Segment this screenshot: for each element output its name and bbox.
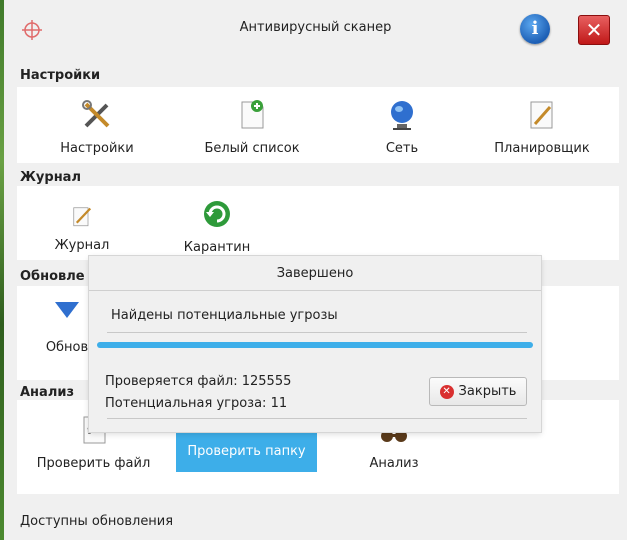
dialog-divider	[107, 332, 527, 333]
whitelist-item[interactable]: Белый список	[192, 99, 312, 156]
update-label: Обнов	[45, 340, 89, 355]
journal-label: Журнал	[54, 238, 110, 253]
section-header-settings: Настройки	[20, 68, 101, 83]
settings-label: Настройки	[60, 141, 134, 156]
network-label: Сеть	[385, 141, 419, 156]
close-icon: ✕	[439, 384, 454, 399]
section-header-journal: Журнал	[20, 170, 81, 185]
title-bar: Антивирусный сканер i ✕	[4, 0, 627, 58]
section-header-updates: Обновле	[20, 269, 85, 284]
scheduler-label: Планировщик	[494, 141, 590, 156]
scan-progress-fill	[97, 342, 533, 348]
section-header-analysis: Анализ	[20, 385, 74, 400]
dialog-close-label: Закрыть	[458, 384, 517, 399]
update-item[interactable]: Обнов	[37, 298, 97, 355]
dialog-bottom-divider	[107, 418, 527, 419]
scan-folder-label: Проверить папку	[187, 444, 306, 459]
journal-item[interactable]: Журнал	[32, 204, 132, 253]
journal-panel: Журнал Карантин	[17, 186, 619, 260]
network-globe-icon	[391, 101, 413, 130]
info-icon[interactable]: i	[520, 14, 550, 44]
network-item[interactable]: Сеть	[357, 99, 447, 156]
whitelist-icon	[241, 100, 264, 129]
dialog-message: Найдены потенциальные угрозы	[111, 308, 338, 323]
dialog-title-separator	[89, 290, 541, 291]
quarantine-icon	[204, 201, 230, 227]
update-icon	[55, 302, 79, 318]
analysis-label: Анализ	[369, 456, 419, 471]
close-icon[interactable]: ✕	[578, 15, 610, 45]
quarantine-label: Карантин	[183, 240, 251, 255]
status-text: Доступны обновления	[20, 514, 174, 529]
whitelist-label: Белый список	[204, 141, 300, 156]
scan-complete-dialog: Завершено Найдены потенциальные угрозы П…	[89, 256, 541, 432]
dialog-close-button[interactable]: ✕ Закрыть	[429, 377, 527, 406]
scheduler-item[interactable]: Планировщик	[487, 99, 597, 156]
scan-file-label: Проверить файл	[36, 456, 151, 471]
settings-item[interactable]: Настройки	[47, 99, 147, 156]
settings-panel: Настройки Белый список Сеть Планировщик	[17, 87, 619, 163]
tools-icon	[82, 100, 110, 128]
scan-folder-item[interactable]: Проверить папку	[176, 432, 317, 472]
threat-count-label: Потенциальная угроза: 11	[105, 396, 288, 411]
journal-icon	[73, 207, 92, 227]
dialog-title: Завершено	[276, 266, 354, 281]
scheduler-icon	[530, 101, 553, 129]
quarantine-item[interactable]: Карантин	[162, 198, 272, 255]
scanned-file-label: Проверяется файл: 125555	[105, 374, 292, 389]
scan-progress-bar	[97, 342, 533, 348]
